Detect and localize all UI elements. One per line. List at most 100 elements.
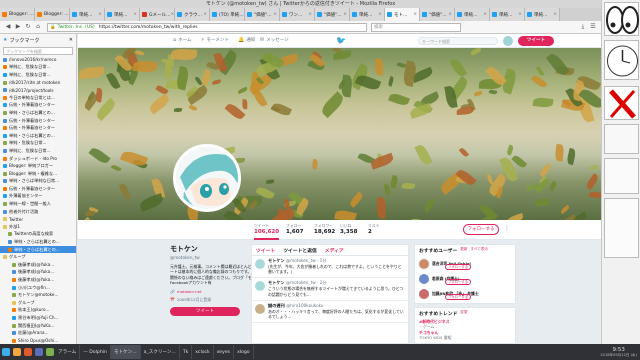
- bookmark-item[interactable]: Shiro Opus@Oshi...: [0, 337, 76, 344]
- taskbar-item[interactable]: xeyes: [214, 345, 235, 359]
- browser-tab[interactable]: "価値"… ×: [245, 8, 280, 21]
- browser-tab[interactable]: クラウ… ×: [175, 8, 210, 21]
- bookmark-item[interactable]: 伝統・外薄着協センター: [0, 102, 76, 110]
- timeline-tab[interactable]: メディア: [325, 247, 344, 254]
- bookmark-item[interactable]: /dk2017/site at motoken: [0, 79, 76, 87]
- twitter-search-input[interactable]: キーワード検索: [418, 37, 498, 45]
- sidebar-title[interactable]: ブックマーク: [9, 37, 39, 44]
- taskbar-item[interactable]: アラーム: [55, 345, 81, 359]
- bookmark-item[interactable]: 伝統・外薄着協センター: [0, 117, 76, 125]
- back-icon[interactable]: ◀: [3, 22, 13, 32]
- bookmark-item[interactable]: ダッシュボード - Ido Pro: [0, 155, 76, 163]
- sidebar-search-input[interactable]: ブックマークを検索: [3, 47, 73, 55]
- small-window[interactable]: [604, 124, 639, 154]
- bookmark-item[interactable]: /innovo2016/kr/noreco: [0, 56, 76, 64]
- bookmark-item[interactable]: 伝統・外薄着協センター: [0, 124, 76, 132]
- bookmark-item[interactable]: 今日の単純な日常とは...: [0, 94, 76, 102]
- profile-tweet-button[interactable]: ツイート: [170, 306, 240, 316]
- bookmark-item[interactable]: 単純・さらば単純な日常...: [0, 178, 76, 186]
- tweet[interactable]: モトケン @motoken_tw · 2分 こういう状態の場合を無視するツイートが…: [252, 278, 408, 301]
- follow-button[interactable]: フォローする: [463, 224, 499, 235]
- twitter-bird-icon[interactable]: 🐦: [336, 36, 346, 45]
- close-icon[interactable]: ×: [203, 12, 207, 17]
- bookmark-item[interactable]: 単純に、危険な日常...: [0, 147, 76, 155]
- xclock-window[interactable]: [604, 40, 639, 80]
- close-icon[interactable]: ×: [171, 12, 175, 17]
- bookmark-item[interactable]: 単純に、危険な日常...: [0, 71, 76, 79]
- close-icon[interactable]: ×: [273, 12, 277, 17]
- xlogo-window[interactable]: [604, 86, 639, 120]
- stat-tweets[interactable]: ツイート 106,620: [254, 223, 280, 240]
- forward-icon[interactable]: ▶: [13, 22, 23, 32]
- browser-tab[interactable]: 単純… ×: [455, 8, 490, 21]
- bookmark-item[interactable]: 単純に、危険な日常...: [0, 64, 76, 72]
- taskbar-item[interactable]: Tk: [180, 345, 193, 359]
- avatar[interactable]: [419, 288, 429, 299]
- taskbar-item[interactable]: モトケン...: [110, 345, 141, 359]
- taskbar-item[interactable]: a_スクリーン...: [141, 345, 180, 359]
- tweet[interactable]: モトケン @motoken_tw · 1分 (先生が、今年、大佐が勝者しれので、こ…: [252, 256, 408, 279]
- suggested-user[interactable]: 落合洋司 Yoji Ochiai フォローする: [415, 256, 515, 271]
- bookmark-item[interactable]: 伝統・外薄着協センター: [0, 185, 76, 193]
- firefox-icon[interactable]: [23, 348, 32, 356]
- bookmark-item[interactable]: Blogger: 単純ブロガー: [0, 162, 76, 170]
- bookmark-item[interactable]: Blogger: 単純・複雑な...: [0, 170, 76, 178]
- tweet[interactable]: 謎の週刊 @hiro100koukoku あのオ・・・ハッキリ言って、毎度好評の人…: [252, 301, 408, 324]
- browser-tab[interactable]: 単純… ×: [525, 8, 560, 21]
- bookmark-item[interactable]: 単純・さらば右翼との...: [0, 238, 76, 246]
- avatar[interactable]: [419, 258, 429, 269]
- suggested-user[interactable]: 若原森 (弁護士) フォローする: [415, 271, 515, 286]
- bookmark-item[interactable]: 小川(ユウ@fin...: [0, 284, 76, 292]
- timeline-tab[interactable]: ツイートと返信: [283, 247, 317, 254]
- taskbar-item[interactable]: xclock: [192, 345, 214, 359]
- nav-notifications[interactable]: 🔔 通知: [238, 37, 255, 43]
- profile-avatar[interactable]: [173, 144, 241, 212]
- browser-tab[interactable]: モト… ×: [385, 8, 420, 21]
- bookmark-item[interactable]: 外薄着協センター: [0, 193, 76, 201]
- trends-change-link[interactable]: 変更: [460, 310, 467, 317]
- menu-icon[interactable]: ☰: [588, 22, 598, 32]
- bookmark-item[interactable]: 関西植田(@YuKa...: [0, 322, 76, 330]
- close-icon[interactable]: ×: [413, 12, 417, 17]
- browser-tab[interactable]: 単純… ×: [105, 8, 140, 21]
- reload-icon[interactable]: ↻: [23, 22, 33, 32]
- bookmark-folder[interactable]: Twitter: [0, 215, 76, 223]
- editor-icon[interactable]: [45, 348, 54, 356]
- browser-tab[interactable]: Blogger: …×: [35, 8, 70, 21]
- browser-tab[interactable]: Blogger: …×: [0, 8, 35, 21]
- avatar[interactable]: [503, 36, 513, 46]
- nav-home[interactable]: ⌂ ホーム: [173, 37, 192, 43]
- close-icon[interactable]: ×: [483, 12, 487, 17]
- bookmark-folder[interactable]: グループ: [0, 299, 76, 307]
- close-icon[interactable]: ×: [553, 12, 557, 17]
- browser-tab[interactable]: 単純… ×: [70, 8, 105, 21]
- bookmark-item[interactable]: 黒谷市明(@Yuji Ch...: [0, 314, 76, 322]
- notes-window[interactable]: [604, 158, 639, 194]
- close-icon[interactable]: ×: [343, 12, 347, 17]
- close-icon[interactable]: ×: [448, 12, 452, 17]
- follow-button[interactable]: フォローする: [445, 279, 471, 285]
- bookmark-item[interactable]: モトケン@motoke...: [0, 291, 76, 299]
- who-to-follow-update-link[interactable]: 更新: [460, 247, 467, 254]
- avatar[interactable]: [255, 303, 265, 314]
- tweet-button[interactable]: ツイート: [518, 36, 554, 46]
- avatar[interactable]: [255, 281, 265, 292]
- bookmark-item[interactable]: 後藤孝成(@Yuka...: [0, 261, 76, 269]
- close-icon[interactable]: ×: [518, 12, 522, 17]
- who-to-follow-view-all-link[interactable]: すべて表示: [470, 247, 488, 254]
- search-input[interactable]: 検索: [371, 22, 461, 32]
- avatar[interactable]: [419, 273, 429, 284]
- home-icon[interactable]: ⌂: [33, 22, 43, 32]
- tweet-author[interactable]: 謎の週刊: [268, 303, 285, 308]
- bookmark-item[interactable]: 単純・危険な日常...: [0, 140, 76, 148]
- suggested-user[interactable]: 加藤JIN和欣 「赤」 弁護士 フォローする: [415, 286, 515, 301]
- bookmark-item[interactable]: 単純・さらば右翼との...: [0, 132, 76, 140]
- close-icon[interactable]: ×: [133, 12, 137, 17]
- bookmark-item[interactable]: 後藤孝成(@Yuka...: [0, 276, 76, 284]
- bookmark-item[interactable]: 後藤孝成(@Yuka...: [0, 269, 76, 277]
- browser-tab[interactable]: "価値"… ×: [315, 8, 350, 21]
- browser-tab[interactable]: 単純… ×: [350, 8, 385, 21]
- close-icon[interactable]: ✕: [69, 37, 73, 43]
- bookmark-item[interactable]: 佐藤(@Arana...: [0, 329, 76, 337]
- stat-followers[interactable]: フォロワー 18,692: [314, 223, 335, 235]
